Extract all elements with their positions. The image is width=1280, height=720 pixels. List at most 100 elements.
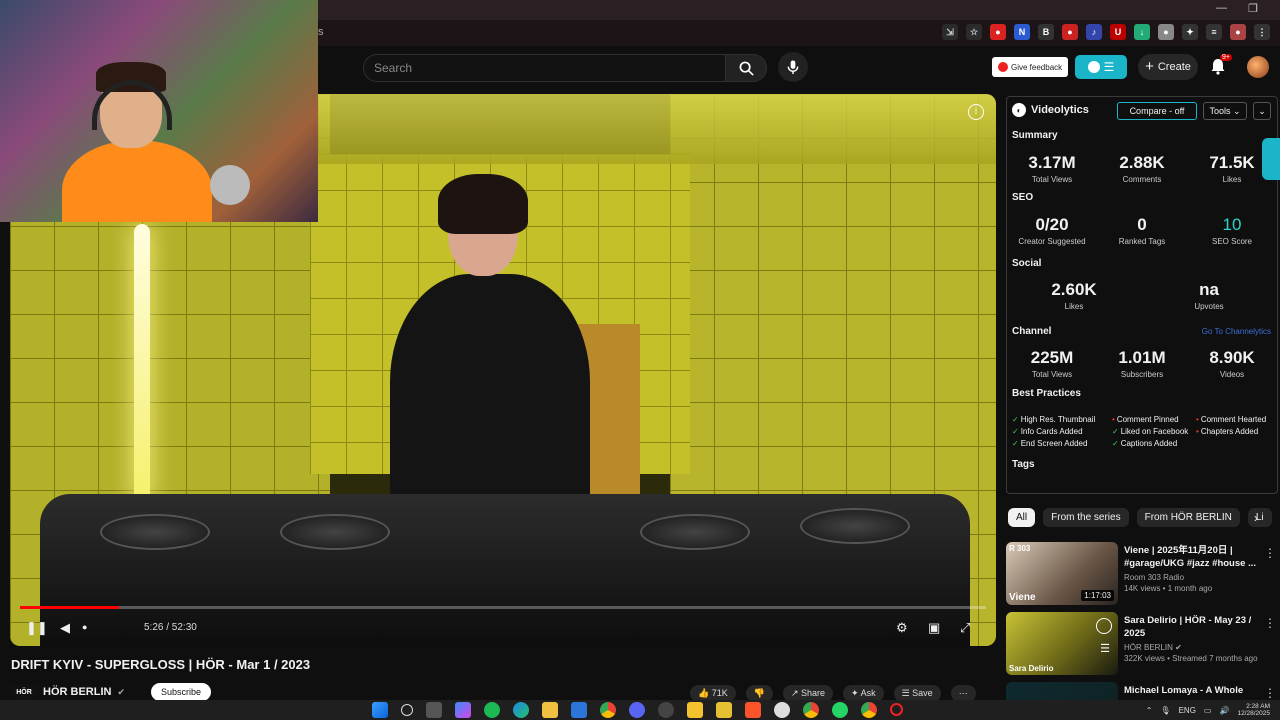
chrome-profile-icon[interactable] [803, 702, 819, 718]
stat-label: Total Views [1031, 175, 1073, 184]
extension-shield-icon[interactable]: ● [1062, 24, 1078, 40]
add-to-queue-icon[interactable]: ☰ [1100, 642, 1110, 655]
tray-chevron-icon[interactable]: ⌃ [1146, 706, 1153, 715]
create-button[interactable]: + Create [1138, 54, 1198, 80]
file-explorer-icon[interactable] [542, 702, 558, 718]
turntable-center-left [280, 514, 390, 550]
related-video-title[interactable]: Sara Delirio | HÖR - May 23 / 2025 [1124, 614, 1264, 640]
chip-from-series[interactable]: From the series [1043, 508, 1129, 527]
search-input[interactable]: Search [363, 54, 725, 82]
settings-gear-icon[interactable]: ⚙ [896, 620, 908, 636]
extension-arrow-icon[interactable]: ↓ [1134, 24, 1150, 40]
chip-all[interactable]: All [1008, 508, 1036, 527]
spotify-icon[interactable] [484, 702, 500, 718]
extension-n-icon[interactable]: N [1014, 24, 1030, 40]
brave-icon[interactable] [745, 702, 761, 718]
store-icon[interactable] [571, 702, 587, 718]
watch-later-icon[interactable] [1096, 618, 1112, 634]
clock[interactable]: 2:28 AM 12/28/2025 [1237, 703, 1270, 717]
videolytics-side-tab[interactable] [1262, 138, 1280, 180]
best-practice-label: Captions Added [1120, 439, 1178, 448]
video-thumbnail[interactable] [1006, 682, 1118, 700]
media-control-icon[interactable]: ≡ [1206, 24, 1222, 40]
settings-icon[interactable] [658, 702, 674, 718]
tools-dropdown[interactable]: Tools ⌄ [1203, 102, 1247, 120]
fullscreen-icon[interactable]: ⤢ [960, 620, 970, 636]
video-thumbnail[interactable]: R 303 Viene 1:17:03 [1006, 542, 1118, 605]
related-video-item[interactable]: Michael Lomaya - A Whole ⋮ [1006, 682, 1278, 700]
pause-icon[interactable]: ❚❚ [26, 620, 48, 636]
compare-toggle-button[interactable]: Compare - off [1117, 102, 1197, 120]
miniplayer-icon[interactable]: ▣ [928, 620, 940, 636]
related-video-title[interactable]: Michael Lomaya - A Whole [1124, 684, 1264, 697]
more-options-icon[interactable]: ⋮ [1264, 686, 1276, 700]
search-button[interactable] [725, 54, 767, 82]
edge-icon[interactable] [513, 702, 529, 718]
channel-row: HÖR HÖR BERLIN ✔ Subscribe [11, 682, 212, 702]
extension-u-icon[interactable]: U [1110, 24, 1126, 40]
info-icon[interactable]: i [968, 104, 984, 120]
chrome-icon[interactable] [600, 702, 616, 718]
volume-tray-icon[interactable]: 🔊 [1219, 706, 1229, 715]
related-video-title[interactable]: Viene | 2025年11月20日 | #garage/UKG #jazz … [1124, 544, 1264, 570]
taskbar-apps [372, 702, 903, 718]
browser-menu-icon[interactable]: ⋮ [1254, 24, 1270, 40]
tray-mic-icon[interactable]: 🎙 [1160, 706, 1170, 715]
openai-icon[interactable] [774, 702, 790, 718]
related-video-item[interactable]: R 303 Viene 1:17:03 Viene | 2025年11月20日 … [1006, 542, 1278, 608]
notes-icon[interactable] [687, 702, 703, 718]
channel-logo[interactable]: HÖR [11, 684, 37, 700]
more-options-icon[interactable]: ⋮ [1264, 616, 1276, 630]
volume-icon[interactable]: ◀ [60, 620, 70, 636]
task-view-icon[interactable] [426, 702, 442, 718]
restore-icon[interactable]: ❐ [1248, 2, 1258, 15]
extension-red-icon[interactable]: ● [990, 24, 1006, 40]
related-video-item[interactable]: Sara Delirio ☰ Sara Delirio | HÖR - May … [1006, 612, 1278, 678]
volume-slider[interactable]: ● [82, 622, 87, 632]
related-video-meta: 14K views • 1 month ago [1124, 584, 1213, 593]
best-practice-item: ✓ Info Cards Added [1012, 427, 1112, 436]
opera-icon[interactable] [890, 703, 903, 716]
social-heading: Social [1012, 258, 1042, 269]
windows-start-icon[interactable] [372, 702, 388, 718]
voice-search-button[interactable] [778, 52, 808, 82]
extensions-puzzle-icon[interactable]: ✦ [1182, 24, 1198, 40]
extension-b-icon[interactable]: B [1038, 24, 1054, 40]
profile-icon[interactable]: ● [1230, 24, 1246, 40]
copilot-icon[interactable] [455, 702, 471, 718]
discord-icon[interactable] [629, 702, 645, 718]
network-icon[interactable]: ▭ [1204, 706, 1212, 715]
taskbar-search-icon[interactable] [401, 704, 413, 716]
bookmark-star-icon[interactable]: ☆ [966, 24, 982, 40]
chip-more[interactable]: Li [1247, 508, 1272, 527]
extensions-bar: ⇲ ☆ ● N B ● ♪ U ↓ ● ✦ ≡ ● ⋮ [942, 24, 1270, 40]
related-video-channel[interactable]: HÖR BERLIN ✔ [1124, 642, 1182, 653]
stat-label: Total Views [1031, 370, 1073, 379]
channel-name[interactable]: HÖR BERLIN [43, 686, 111, 698]
subscribe-button[interactable]: Subscribe [151, 683, 212, 701]
video-thumbnail[interactable]: Sara Delirio ☰ [1006, 612, 1118, 675]
whatsapp-icon[interactable] [832, 702, 848, 718]
minimize-icon[interactable]: — [1216, 2, 1227, 14]
clock-time: 2:28 AM [1246, 703, 1270, 710]
folder-icon[interactable] [716, 702, 732, 718]
more-options-icon[interactable]: ⋮ [1264, 546, 1276, 560]
extension-grey-icon[interactable]: ● [1158, 24, 1174, 40]
extension-audio-icon[interactable]: ♪ [1086, 24, 1102, 40]
install-icon[interactable]: ⇲ [942, 24, 958, 40]
collapse-panel-button[interactable]: ⌄ [1253, 102, 1271, 120]
stat-label: Subscribers [1120, 370, 1164, 379]
go-to-channelytics-link[interactable]: Go To Channelytics [1202, 327, 1271, 336]
chevron-right-icon[interactable]: › [1254, 511, 1258, 525]
progress-bar[interactable] [20, 606, 986, 609]
give-feedback-button[interactable]: Give feedback [992, 57, 1069, 77]
chip-from-channel[interactable]: From HÖR BERLIN [1136, 508, 1240, 527]
chrome-alt-icon[interactable] [861, 702, 877, 718]
stat-value: 0/20 [1035, 215, 1069, 234]
account-avatar[interactable] [1247, 56, 1269, 78]
stat-social-likes: 2.60K Likes [1032, 280, 1116, 311]
stat-label: Videos [1219, 370, 1245, 379]
related-video-channel[interactable]: Room 303 Radio [1124, 572, 1184, 583]
videolytics-toggle-button[interactable]: ☰ [1075, 55, 1127, 79]
keyboard-language[interactable]: ENG [1179, 706, 1196, 715]
